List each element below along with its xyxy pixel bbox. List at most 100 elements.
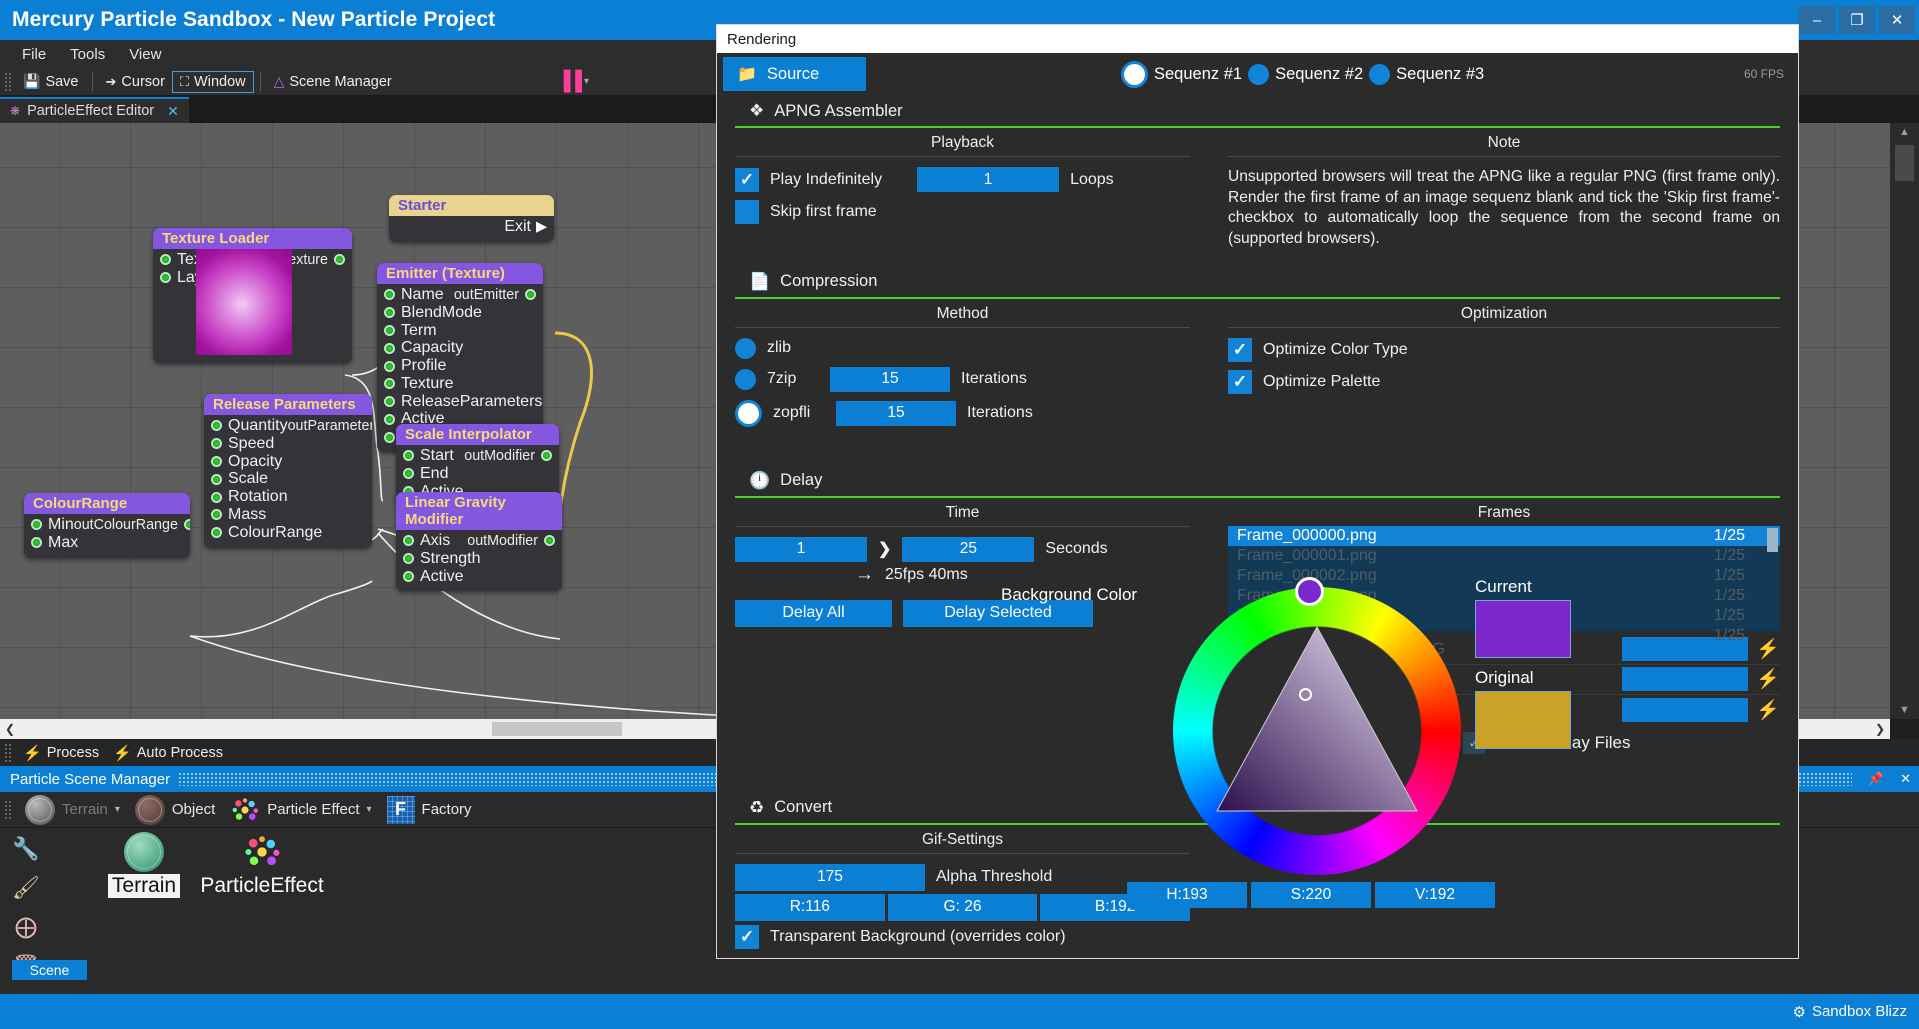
port-pin-icon[interactable]	[384, 307, 395, 319]
port-pin-icon[interactable]	[31, 537, 42, 549]
menu-item-file[interactable]: File	[10, 44, 58, 65]
port-pin-icon[interactable]	[403, 535, 414, 547]
toolbar-grip[interactable]	[4, 71, 12, 92]
menu-item-view[interactable]: View	[117, 44, 173, 65]
chevron-down-icon[interactable]: ▾	[115, 804, 120, 815]
transparent-background-checkbox[interactable]: ✓	[735, 924, 759, 949]
node-port-row[interactable]: Texture	[377, 375, 543, 393]
port-pin-icon[interactable]	[160, 254, 171, 266]
radio-icon[interactable]	[1248, 63, 1270, 85]
port-pin-icon[interactable]	[211, 509, 222, 521]
lightning-icon[interactable]: ⚡	[1756, 698, 1780, 722]
port-out[interactable]: outColourRange	[74, 517, 190, 533]
optimize-color-type-checkbox[interactable]: ✓	[1228, 337, 1252, 362]
node-linear-gravity-modifier[interactable]: Linear Gravity Modifier Axis outModifier…	[396, 492, 562, 592]
port-out[interactable]: exture	[288, 252, 345, 268]
node-port-row[interactable]: Start outModifier	[396, 447, 559, 465]
sevenzip-radio-icon[interactable]	[735, 368, 756, 390]
port-pin-icon[interactable]	[384, 342, 395, 354]
sequence-option-3[interactable]: Sequenz #3	[1369, 63, 1484, 85]
node-colourrange[interactable]: ColourRange Min outColourRange Max	[24, 493, 190, 558]
zlib-radio-icon[interactable]	[735, 337, 756, 359]
node-port-row[interactable]: Strength	[396, 550, 562, 568]
scroll-up-icon[interactable]: ▲	[1899, 123, 1910, 141]
color-picker[interactable]: Current Original H:193 S:220 V:192	[1127, 571, 1627, 926]
original-color-swatch[interactable]	[1475, 691, 1571, 749]
port-pin-icon[interactable]	[211, 438, 222, 450]
frame-row[interactable]: Frame_000000.png 1/25	[1228, 525, 1780, 546]
port-pin-icon[interactable]	[211, 527, 222, 539]
delay-from-input[interactable]: 1	[735, 536, 867, 562]
output-row-button[interactable]	[1622, 667, 1749, 692]
entity-particleeffect[interactable]: ParticleEffect	[192, 832, 332, 898]
tab-close-icon[interactable]: ✕	[167, 103, 179, 120]
green-input[interactable]: G: 26	[887, 893, 1038, 921]
port-out[interactable]: outParameters	[288, 418, 372, 434]
scroll-down-icon[interactable]: ▼	[1899, 701, 1910, 719]
node-port-row[interactable]: Active	[396, 568, 562, 586]
frame-row[interactable]: Frame_000001.png 1/25	[1228, 546, 1780, 566]
zopfli-radio-icon[interactable]	[738, 402, 759, 424]
process-button[interactable]: ⚡ Process	[16, 742, 106, 764]
node-texture-loader[interactable]: Texture Loader Textu exture Layer	[153, 228, 352, 363]
saturation-input[interactable]: S:220	[1251, 882, 1371, 908]
node-port-row[interactable]: Mass	[204, 506, 372, 524]
node-port-row[interactable]: Scale	[204, 470, 372, 488]
frames-scrollbar-thumb[interactable]	[1767, 527, 1778, 552]
save-button[interactable]: 💾 Save	[16, 71, 86, 92]
port-pin-icon[interactable]	[211, 420, 222, 432]
node-port-row[interactable]: Opacity	[204, 453, 372, 471]
port-out[interactable]: outEmitter	[454, 287, 536, 303]
minimize-button[interactable]: –	[1799, 6, 1835, 34]
loops-input[interactable]: 1	[917, 167, 1060, 192]
panel-close-icon[interactable]: ✕	[1892, 771, 1919, 787]
node-port-row[interactable]: BlendMode	[377, 304, 543, 322]
port-pin-icon[interactable]	[384, 360, 395, 372]
zopfli-iterations-input[interactable]: 15	[836, 400, 956, 426]
node-release-parameters[interactable]: Release Parameters Quantity outParameter…	[204, 394, 372, 548]
port-pin-icon[interactable]	[334, 254, 345, 266]
maximize-button[interactable]: ❐	[1839, 6, 1875, 34]
node-port-row[interactable]: Axis outModifier	[396, 532, 562, 550]
psm-category-factory[interactable]: F Factory	[381, 795, 478, 824]
port-pin-icon[interactable]	[211, 491, 222, 503]
chevron-down-icon[interactable]: ▾	[367, 804, 372, 815]
play-indefinitely-checkbox[interactable]: ✓	[735, 167, 759, 192]
value-input[interactable]: V:192	[1375, 882, 1495, 908]
hue-input[interactable]: H:193	[1127, 882, 1247, 908]
node-port-row[interactable]: Quantity outParameters	[204, 417, 372, 435]
port-pin-icon[interactable]	[384, 289, 395, 301]
psm-category-object[interactable]: Object	[129, 794, 221, 825]
port-pin-icon[interactable]	[384, 413, 395, 425]
node-port-row[interactable]: Speed	[204, 435, 372, 453]
source-button[interactable]: 📁 Source	[723, 57, 866, 91]
node-port-row[interactable]: Exit ▶	[389, 218, 554, 236]
psm-category-particle-effect[interactable]: Particle Effect ▾	[224, 794, 377, 825]
node-port-row[interactable]: Min outColourRange	[24, 516, 190, 534]
psm-grip[interactable]	[4, 799, 12, 820]
window-button[interactable]: ⛶ Window	[171, 70, 254, 93]
port-pin-icon[interactable]	[183, 519, 190, 531]
port-pin-icon[interactable]	[384, 324, 395, 336]
port-pin-icon[interactable]	[544, 535, 555, 547]
port-pin-icon[interactable]	[160, 272, 171, 284]
add-icon[interactable]: ⨁	[15, 914, 37, 940]
psm-category-terrain[interactable]: Terrain ▾	[19, 794, 126, 825]
node-port-row[interactable]: ReleaseParameters	[377, 393, 543, 411]
scene-manager-button[interactable]: △ Scene Manager	[267, 71, 399, 92]
delay-to-input[interactable]: 25	[902, 536, 1035, 562]
pin-icon[interactable]: 📌	[1860, 771, 1892, 787]
port-pin-icon[interactable]	[384, 378, 395, 390]
port-pin-icon[interactable]	[384, 396, 395, 408]
port-pin-icon[interactable]	[525, 289, 536, 301]
radio-icon[interactable]	[1369, 63, 1391, 85]
vscroll-thumb[interactable]	[1895, 145, 1914, 181]
port-pin-icon[interactable]	[384, 431, 395, 443]
port-pin-icon[interactable]	[211, 473, 222, 485]
sequence-option-2[interactable]: Sequenz #2	[1248, 63, 1363, 85]
hue-knob[interactable]	[1295, 577, 1324, 606]
node-port-row[interactable]: Max	[24, 534, 190, 552]
scroll-left-icon[interactable]: ❮	[5, 722, 15, 736]
port-pin-icon[interactable]	[403, 468, 414, 480]
radio-icon[interactable]	[1124, 63, 1145, 85]
